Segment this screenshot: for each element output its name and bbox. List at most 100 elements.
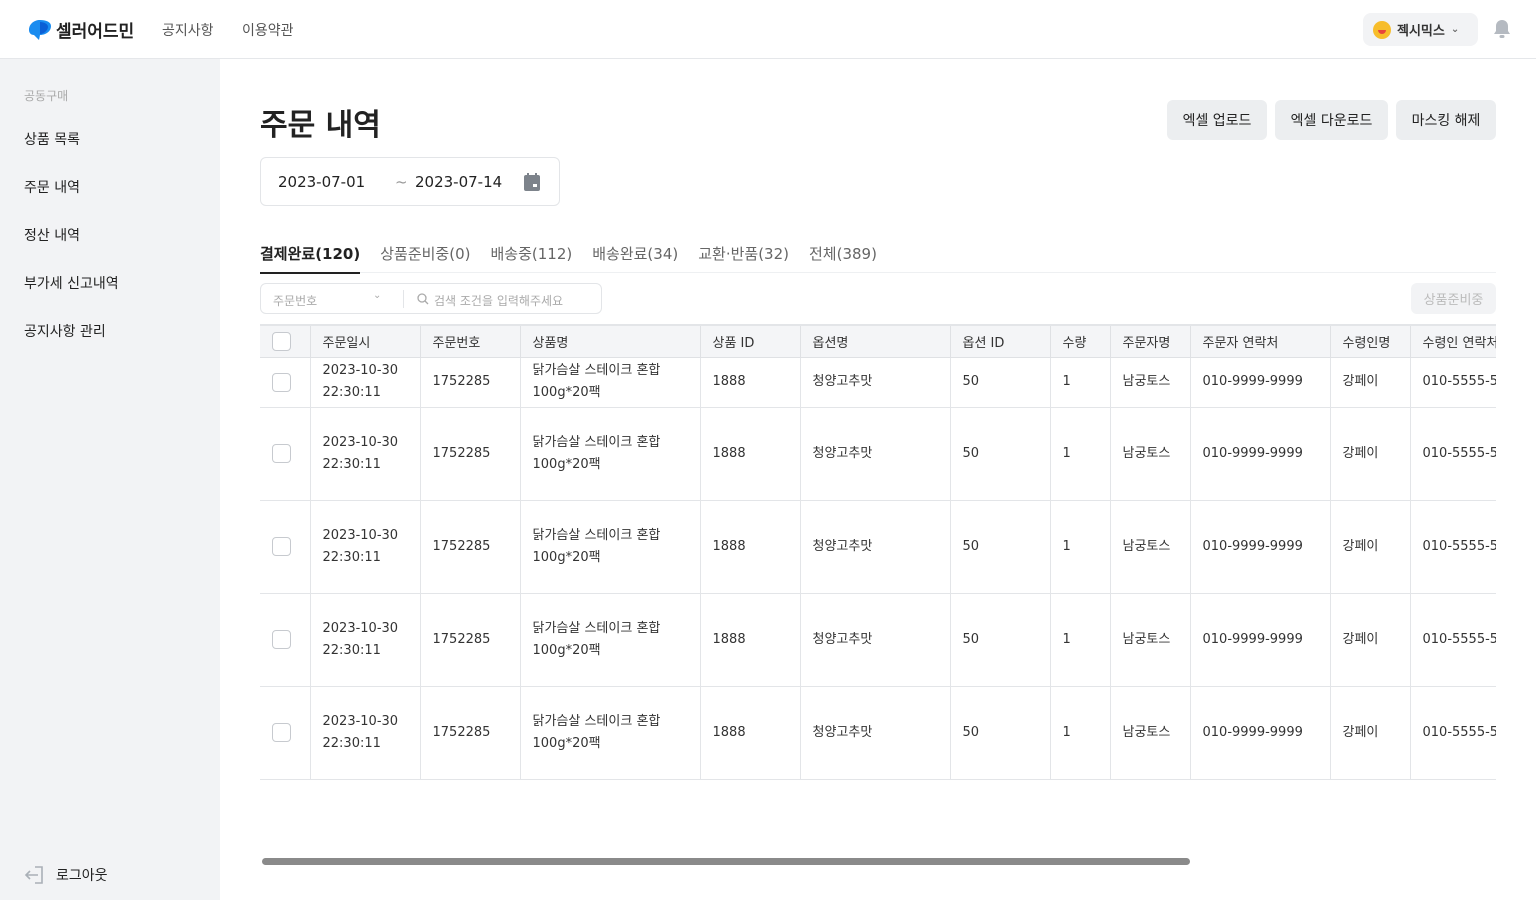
table-cell: 1752285 [419, 685, 521, 780]
page-title: 주문 내역 [260, 108, 381, 143]
column-header: 옵션 ID [949, 324, 1051, 358]
column-header: 주문자명 [1109, 324, 1191, 358]
select-all-checkbox[interactable] [272, 331, 291, 351]
table-cell: 2023-10-30 22:30:11 [309, 356, 421, 408]
chevron-down-icon: ⌄ [1450, 24, 1460, 35]
table-row[interactable]: 2023-10-30 22:30:11 1752285 닭가슴살 스테이크 혼합 1… [260, 592, 1496, 687]
table-cell: 010-9999-9999 [1189, 592, 1331, 687]
row-checkbox[interactable] [272, 723, 291, 742]
table-cell: 2023-10-30 22:30:11 [309, 592, 421, 687]
search-field-select[interactable]: 주문번호 [273, 292, 317, 309]
table-row[interactable]: 2023-10-30 22:30:11 1752285 닭가슴살 스테이크 혼합 1… [260, 499, 1496, 594]
logo-icon [29, 19, 51, 40]
brand-logo[interactable]: 셀러어드민 [28, 17, 134, 42]
nav-terms[interactable]: 이용약관 [242, 20, 294, 40]
status-tabs: 결제완료(120) 상품준비중(0) 배송중(112) 배송완료(34) 교환·… [260, 243, 1496, 274]
row-select-cell [260, 356, 311, 408]
table-cell: 청양고추맛 [799, 406, 951, 501]
table-cell: 010-5555-5555 [1409, 356, 1496, 408]
date-from: 2023-07-01 [278, 173, 366, 191]
tab-all[interactable]: 전체(389) [809, 243, 877, 273]
table-cell: 남궁토스 [1109, 499, 1191, 594]
row-checkbox[interactable] [272, 372, 291, 392]
table-cell: 강페이 [1329, 685, 1411, 780]
sidebar-item-products[interactable]: 상품 목록 [24, 129, 80, 149]
column-header: 주문일시 [309, 324, 421, 358]
table-cell: 청양고추맛 [799, 592, 951, 687]
sidebar-item-notice-admin[interactable]: 공지사항 관리 [24, 321, 106, 341]
row-select-cell [260, 406, 311, 501]
table-cell: 강페이 [1329, 356, 1411, 408]
sidebar-item-vat[interactable]: 부가세 신고내역 [24, 273, 119, 293]
table-row[interactable]: 2023-10-30 22:30:11 1752285 닭가슴살 스테이크 혼합 1… [260, 685, 1496, 780]
table-cell: 1 [1049, 356, 1111, 408]
search-bar: 주문번호 ⌄ 검색 조건을 입력해주세요 [260, 283, 602, 314]
table-row[interactable]: 2023-10-30 22:30:11 1752285 닭가슴살 스테이크 혼합 1… [260, 356, 1496, 408]
sidebar-item-orders[interactable]: 주문 내역 [24, 177, 80, 197]
orders-table-wrapper: 주문일시 주문번호 상품명 상품 ID 옵션명 옵션 ID 수량 주문자명 주문자 연락처 수령인… [260, 324, 1496, 780]
table-cell: 1888 [699, 356, 801, 408]
table-cell: 010-9999-9999 [1189, 406, 1331, 501]
table-cell: 2023-10-30 22:30:11 [309, 499, 421, 594]
excel-upload-button[interactable]: 엑셀 업로드 [1167, 100, 1267, 140]
excel-download-button[interactable]: 엑셀 다운로드 [1275, 100, 1388, 140]
row-select-cell [260, 592, 311, 687]
column-header: 상품 ID [699, 324, 801, 358]
tab-exchange-return[interactable]: 교환·반품(32) [698, 243, 789, 273]
table-cell: 010-9999-9999 [1189, 685, 1331, 780]
date-separator: ~ [395, 173, 408, 191]
row-select-cell [260, 685, 311, 780]
tab-preparing[interactable]: 상품준비중(0) [380, 243, 470, 273]
table-cell: 010-5555-5555 [1409, 592, 1496, 687]
table-cell: 닭가슴살 스테이크 혼합 100g*20팩 [519, 592, 701, 687]
table-cell: 1752285 [419, 499, 521, 594]
sidebar-item-settlement[interactable]: 정산 내역 [24, 225, 80, 245]
table-cell: 2023-10-30 22:30:11 [309, 406, 421, 501]
table-cell: 010-9999-9999 [1189, 356, 1331, 408]
table-cell: 닭가슴살 스테이크 혼합 100g*20팩 [519, 406, 701, 501]
search-icon [417, 293, 429, 305]
horizontal-scrollbar[interactable] [262, 858, 1190, 865]
table-cell: 남궁토스 [1109, 592, 1191, 687]
row-checkbox[interactable] [272, 537, 291, 556]
tab-shipping[interactable]: 배송중(112) [490, 243, 572, 273]
avatar [1373, 20, 1391, 39]
column-header: 옵션명 [799, 324, 951, 358]
table-cell: 강페이 [1329, 406, 1411, 501]
table-cell: 1752285 [419, 592, 521, 687]
search-input[interactable]: 검색 조건을 입력해주세요 [434, 292, 563, 309]
table-cell: 강페이 [1329, 592, 1411, 687]
table-cell: 010-5555-5555 [1409, 406, 1496, 501]
table-cell: 1752285 [419, 406, 521, 501]
table-cell: 남궁토스 [1109, 356, 1191, 408]
table-cell: 1 [1049, 592, 1111, 687]
tab-paid[interactable]: 결제완료(120) [260, 243, 361, 274]
table-cell: 010-5555-5555 [1409, 499, 1496, 594]
table-row[interactable]: 2023-10-30 22:30:11 1752285 닭가슴살 스테이크 혼합 1… [260, 406, 1496, 501]
top-bar: 셀러어드민 공지사항 이용약관 젝시믹스 ⌄ [0, 0, 1536, 59]
table-cell: 닭가슴살 스테이크 혼합 100g*20팩 [519, 356, 701, 408]
logout-button[interactable]: 로그아웃 [24, 865, 108, 885]
set-preparing-button[interactable]: 상품준비중 [1411, 283, 1496, 314]
column-header: 주문번호 [419, 324, 521, 358]
bell-icon[interactable] [1493, 19, 1511, 39]
column-header: 상품명 [519, 324, 701, 358]
table-cell: 1888 [699, 685, 801, 780]
table-cell: 청양고추맛 [799, 356, 951, 408]
row-checkbox[interactable] [272, 444, 291, 463]
table-cell: 1752285 [419, 356, 521, 408]
date-range-picker[interactable]: 2023-07-01 ~ 2023-07-14 [260, 157, 560, 206]
tab-delivered[interactable]: 배송완료(34) [592, 243, 678, 273]
table-cell: 1 [1049, 406, 1111, 501]
table-cell: 50 [949, 685, 1051, 780]
table-cell: 010-5555-5555 [1409, 685, 1496, 780]
unmask-button[interactable]: 마스킹 해제 [1396, 100, 1496, 140]
user-menu[interactable]: 젝시믹스 ⌄ [1363, 13, 1478, 46]
calendar-icon[interactable] [524, 173, 540, 191]
table-cell: 닭가슴살 스테이크 혼합 100g*20팩 [519, 499, 701, 594]
nav-notice[interactable]: 공지사항 [162, 20, 214, 40]
logout-label: 로그아웃 [56, 868, 108, 884]
row-checkbox[interactable] [272, 630, 291, 649]
table-cell: 50 [949, 592, 1051, 687]
brand-name: 셀러어드민 [56, 22, 135, 42]
